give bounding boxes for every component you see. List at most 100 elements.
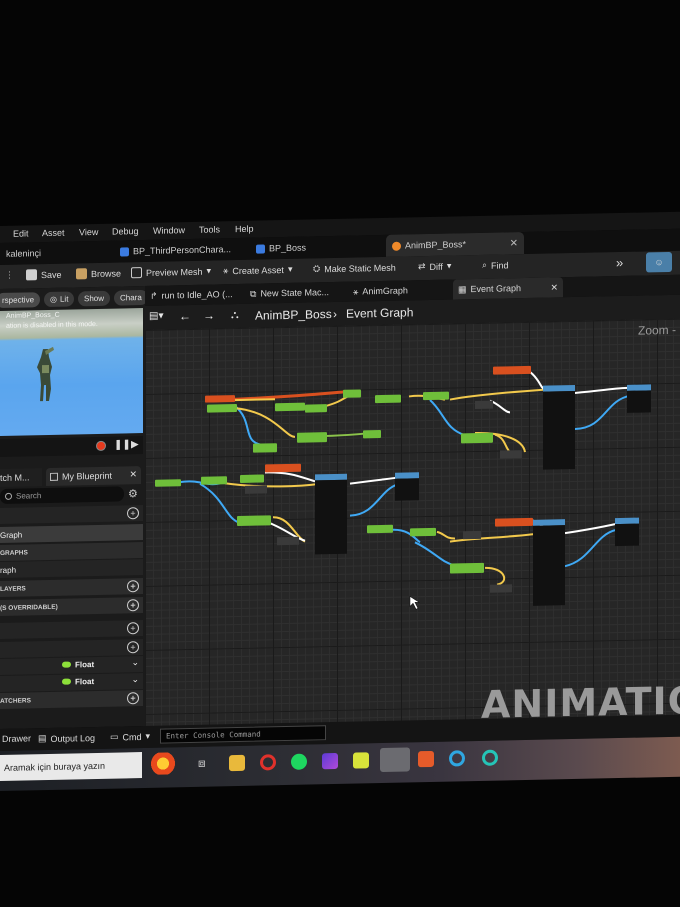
- variable-row[interactable]: Float ⌄: [0, 673, 143, 692]
- node-pure[interactable]: [207, 404, 237, 413]
- node-math[interactable]: [475, 400, 493, 410]
- menu-help[interactable]: Help: [235, 224, 254, 234]
- cmd-button[interactable]: ▭ Cmd ▾: [110, 731, 150, 743]
- node-pure[interactable]: [450, 562, 484, 574]
- app-icon[interactable]: [353, 752, 369, 769]
- node-function[interactable]: [627, 384, 651, 413]
- add-icon[interactable]: +: [127, 641, 139, 654]
- console-input[interactable]: Enter Console Command: [160, 725, 326, 744]
- preview-mesh-button[interactable]: Preview Mesh ▾: [131, 266, 211, 279]
- visual-studio-icon[interactable]: [322, 752, 338, 770]
- node-pure[interactable]: [410, 527, 436, 537]
- task-view-icon[interactable]: ⧈: [198, 756, 214, 772]
- unreal-engine-icon[interactable]: [380, 747, 410, 773]
- tab-animbp-boss[interactable]: AnimBP_Boss* ✕: [386, 232, 524, 257]
- node-pure[interactable]: [253, 443, 277, 453]
- menu-view[interactable]: View: [79, 227, 98, 237]
- node-pure[interactable]: [343, 389, 361, 398]
- tab-event-graph[interactable]: ▦ Event Graph ✕: [453, 277, 563, 300]
- add-icon[interactable]: +: [127, 622, 139, 635]
- chevron-down-icon[interactable]: ⌄: [131, 657, 139, 668]
- add-icon[interactable]: +: [127, 507, 139, 520]
- menu-edit[interactable]: Edit: [13, 228, 29, 238]
- node-event[interactable]: [493, 365, 531, 375]
- tab-my-blueprint[interactable]: My Blueprint ✕: [46, 466, 141, 487]
- character-button[interactable]: Chara: [114, 289, 148, 306]
- make-static-mesh-button[interactable]: ⛭ Make Static Mesh: [313, 262, 396, 275]
- section-graphs[interactable]: GRAPHS: [0, 542, 143, 561]
- section-layers[interactable]: LAYERS +: [0, 578, 143, 597]
- list-item[interactable]: raph: [0, 559, 143, 578]
- file-explorer-icon[interactable]: [229, 754, 245, 772]
- create-asset-button[interactable]: ⚹ Create Asset ▾: [223, 264, 292, 276]
- spotify-icon[interactable]: [291, 753, 307, 770]
- node-pure[interactable]: [201, 476, 227, 485]
- menu-debug[interactable]: Debug: [112, 226, 139, 237]
- close-tab-icon[interactable]: ✕: [550, 282, 558, 293]
- record-button[interactable]: [96, 440, 106, 451]
- tab-animgraph[interactable]: ⚹ AnimGraph: [348, 280, 413, 301]
- u-app-icon[interactable]: [482, 749, 498, 766]
- node-pure[interactable]: [240, 474, 264, 483]
- node-pure[interactable]: [305, 404, 327, 413]
- node-math[interactable]: [277, 536, 299, 546]
- node-math[interactable]: [463, 530, 481, 540]
- event-graph-canvas[interactable]: Zoom - ANIMATION: [145, 318, 680, 737]
- play-button[interactable]: ▶: [131, 439, 139, 450]
- node-event[interactable]: [265, 463, 301, 473]
- node-pure[interactable]: [363, 430, 381, 439]
- output-log-button[interactable]: ▤ Output Log: [38, 732, 95, 744]
- my-blueprint-search[interactable]: Search: [0, 486, 124, 504]
- node-pure[interactable]: [155, 479, 181, 487]
- menu-asset[interactable]: Asset: [42, 228, 65, 238]
- preview-viewport[interactable]: AnimBP_Boss_C ation is disabled in this …: [0, 308, 143, 436]
- office-icon[interactable]: [418, 750, 434, 768]
- node-graph[interactable]: [145, 319, 680, 737]
- opera-icon[interactable]: [260, 754, 276, 771]
- node-pure[interactable]: [237, 515, 271, 527]
- node-pure[interactable]: [297, 432, 327, 443]
- breadcrumb-root[interactable]: AnimBP_Boss: [255, 307, 332, 323]
- taskbar-search[interactable]: Aramak için buraya yazın: [0, 752, 142, 781]
- node-math[interactable]: [245, 485, 267, 494]
- pause-button[interactable]: ❚❚: [114, 439, 131, 450]
- diff-button[interactable]: ⇄ Diff ▾: [418, 261, 451, 273]
- breadcrumb-current[interactable]: Event Graph: [346, 305, 413, 320]
- graph-menu-icon[interactable]: ▤▾: [149, 311, 163, 322]
- save-button[interactable]: Save: [26, 269, 62, 281]
- chevron-down-icon[interactable]: ⌄: [131, 674, 139, 685]
- weather-widget-icon[interactable]: [150, 752, 176, 775]
- menu-window[interactable]: Window: [153, 225, 185, 236]
- tab-new-state-machine[interactable]: ⧉ New State Mac...: [245, 282, 334, 304]
- add-icon[interactable]: +: [127, 580, 139, 593]
- content-drawer-button[interactable]: Drawer: [2, 733, 31, 744]
- node-function-large[interactable]: [543, 384, 575, 470]
- section-overridable[interactable]: (S OVERRIDABLE) +: [0, 597, 143, 616]
- show-button[interactable]: Show: [78, 290, 111, 307]
- tab-run-to-idle[interactable]: ↱ run to Idle_AO (...: [145, 284, 238, 306]
- add-icon[interactable]: +: [127, 599, 139, 612]
- add-icon[interactable]: +: [127, 692, 139, 705]
- close-tab-icon[interactable]: ✕: [129, 469, 137, 480]
- c-app-icon[interactable]: [449, 750, 465, 767]
- skeleton-mode-icon[interactable]: ☺: [646, 251, 672, 273]
- gear-icon[interactable]: ⚙: [128, 487, 138, 500]
- tab-bp-boss[interactable]: BP_Boss: [250, 236, 312, 259]
- more-options-icon[interactable]: »: [616, 255, 623, 270]
- list-item[interactable]: Graph: [0, 524, 143, 543]
- node-pure[interactable]: [375, 394, 401, 404]
- section-dispatchers[interactable]: ATCHERS +: [0, 690, 143, 709]
- forward-arrow-icon[interactable]: →: [203, 308, 215, 322]
- node-pure[interactable]: [367, 524, 393, 534]
- browse-button[interactable]: Browse: [76, 267, 121, 280]
- node-pure[interactable]: [423, 391, 449, 401]
- node-function[interactable]: [395, 472, 419, 501]
- variable-row[interactable]: Float ⌄: [0, 656, 143, 675]
- lit-button[interactable]: ◎ Lit: [44, 291, 75, 308]
- find-button[interactable]: ⌕ Find: [482, 259, 509, 271]
- perspective-button[interactable]: rspective: [0, 292, 41, 309]
- node-math[interactable]: [500, 450, 522, 459]
- node-function[interactable]: [615, 517, 639, 547]
- menu-tools[interactable]: Tools: [199, 224, 220, 234]
- node-event[interactable]: [495, 517, 533, 527]
